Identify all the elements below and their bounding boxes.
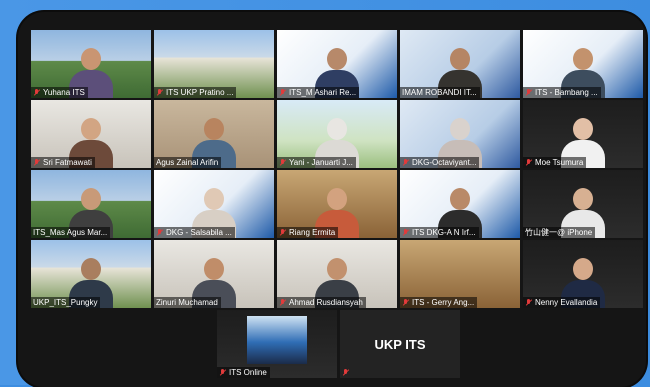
participant-name: UKP_ITS_Pungky	[31, 297, 101, 308]
participant-tile[interactable]: ITS - Gerry Ang...	[400, 240, 520, 308]
participant-name: ITS DKG-A N Irf...	[400, 227, 479, 238]
participant-tile[interactable]: DKG - Salsabila ...	[154, 170, 274, 238]
participant-name: ITS - Bambang ...	[523, 87, 601, 98]
mic-muted-icon	[33, 159, 40, 166]
participant-name: Sri Fatmawati	[31, 157, 95, 168]
participant-name: Yani - Januarti J...	[277, 157, 356, 168]
participant-name: Yuhana ITS	[31, 87, 88, 98]
mic-muted-icon	[402, 159, 409, 166]
participant-name: 竹山健一@ iPhone	[523, 227, 596, 238]
mic-muted-icon	[33, 89, 40, 96]
meeting-title-tile[interactable]: UKP ITS	[340, 310, 460, 378]
participant-tile[interactable]: ITS_M Ashari Re...	[277, 30, 397, 98]
participant-tile[interactable]: Yuhana ITS	[31, 30, 151, 98]
participant-tile[interactable]: Ahmad Rusdiansyah	[277, 240, 397, 308]
participant-tile[interactable]: Agus Zainal Arifin	[154, 100, 274, 168]
participant-tile[interactable]: ITS - Bambang ...	[523, 30, 643, 98]
participant-tile[interactable]: IMAM ROBANDI IT...	[400, 30, 520, 98]
participant-name: DKG - Salsabila ...	[154, 227, 235, 238]
mic-muted-icon	[279, 299, 286, 306]
mic-muted-icon	[525, 159, 532, 166]
participant-tile[interactable]: Riang Ermita	[277, 170, 397, 238]
participant-tile[interactable]: Sri Fatmawati	[31, 100, 151, 168]
mic-muted-icon	[219, 369, 226, 376]
participant-tile[interactable]: Nenny Evallandia	[523, 240, 643, 308]
participant-name: ITS Online	[217, 367, 270, 378]
participant-name: Zinuri Muchamad	[154, 297, 221, 308]
participant-tile[interactable]: ITS DKG-A N Irf...	[400, 170, 520, 238]
mic-muted-icon	[402, 229, 409, 236]
participant-tile[interactable]: Yani - Januarti J...	[277, 100, 397, 168]
mic-muted-icon	[279, 89, 286, 96]
participant-name: IMAM ROBANDI IT...	[400, 87, 480, 98]
participant-name: ITS_Mas Agus Mar...	[31, 227, 111, 238]
participant-tile[interactable]: Zinuri Muchamad	[154, 240, 274, 308]
video-meeting-window: Yuhana ITS ITS UKP Pratino ... ITS_M Ash…	[18, 12, 646, 387]
participant-name: Moe Tsumura	[523, 157, 587, 168]
mic-muted-icon	[402, 299, 409, 306]
participant-name	[340, 367, 355, 378]
mic-muted-icon	[156, 89, 163, 96]
participant-name: Riang Ermita	[277, 227, 339, 238]
participant-name: DKG-Octaviyant...	[400, 157, 480, 168]
participant-tile-active-speaker[interactable]: UKP_ITS_Pungky	[31, 240, 151, 308]
participant-name: ITS - Gerry Ang...	[400, 297, 478, 308]
mic-muted-icon	[279, 229, 286, 236]
mic-muted-icon	[279, 159, 286, 166]
participant-name: ITS_M Ashari Re...	[277, 87, 360, 98]
mic-muted-icon	[525, 299, 532, 306]
participant-name: ITS UKP Pratino ...	[154, 87, 237, 98]
participant-name: Agus Zainal Arifin	[154, 157, 222, 168]
participant-tile[interactable]: ITS_Mas Agus Mar...	[31, 170, 151, 238]
mic-muted-icon	[156, 229, 163, 236]
participant-tile[interactable]: 竹山健一@ iPhone	[523, 170, 643, 238]
participant-tile[interactable]: ITS UKP Pratino ...	[154, 30, 274, 98]
mic-muted-icon	[342, 369, 349, 376]
participant-tile[interactable]: DKG-Octaviyant...	[400, 100, 520, 168]
stage-image	[247, 316, 307, 364]
participant-name: Nenny Evallandia	[523, 297, 601, 308]
meeting-title: UKP ITS	[374, 336, 426, 352]
participant-tile[interactable]: Moe Tsumura	[523, 100, 643, 168]
mic-muted-icon	[525, 89, 532, 96]
participant-name: Ahmad Rusdiansyah	[277, 297, 366, 308]
participant-tile[interactable]: ITS Online	[217, 310, 337, 378]
